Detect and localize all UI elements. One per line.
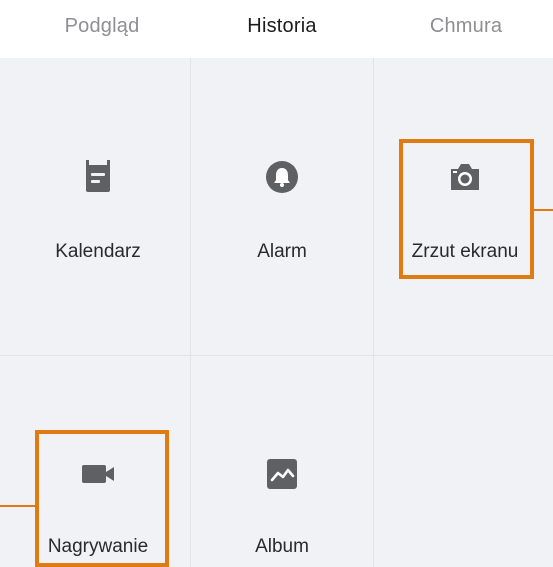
grid-item-alarm[interactable]: Alarm: [190, 58, 374, 355]
image-icon: [264, 456, 300, 492]
grid-item-label: Kalendarz: [55, 241, 141, 262]
calendar-icon: [80, 159, 116, 195]
grid-item-label: Zrzut ekranu: [411, 241, 519, 262]
bell-icon: [264, 159, 300, 195]
tab-preview[interactable]: Podgląd: [22, 6, 182, 46]
tab-cloud[interactable]: Chmura: [386, 6, 546, 46]
tab-history[interactable]: Historia: [202, 6, 362, 46]
grid-item-label: Album: [255, 536, 309, 557]
grid-item-album[interactable]: Album: [190, 356, 374, 567]
camera-icon: [447, 159, 483, 195]
tab-bar: Podgląd Historia Chmura: [0, 0, 553, 58]
history-screen: Podgląd Historia Chmura Kalendarz Alarm …: [0, 0, 553, 567]
grid-item-screenshot[interactable]: Zrzut ekranu: [373, 58, 553, 355]
grid-item-label: Alarm: [257, 241, 307, 262]
grid-item-calendar[interactable]: Kalendarz: [6, 58, 190, 355]
grid-item-recording[interactable]: Nagrywanie: [6, 356, 190, 567]
grid-item-label: Nagrywanie: [47, 536, 149, 557]
feature-grid: Kalendarz Alarm Zrzut ekranu Nagrywanie …: [0, 58, 553, 567]
video-camera-icon: [80, 456, 116, 492]
